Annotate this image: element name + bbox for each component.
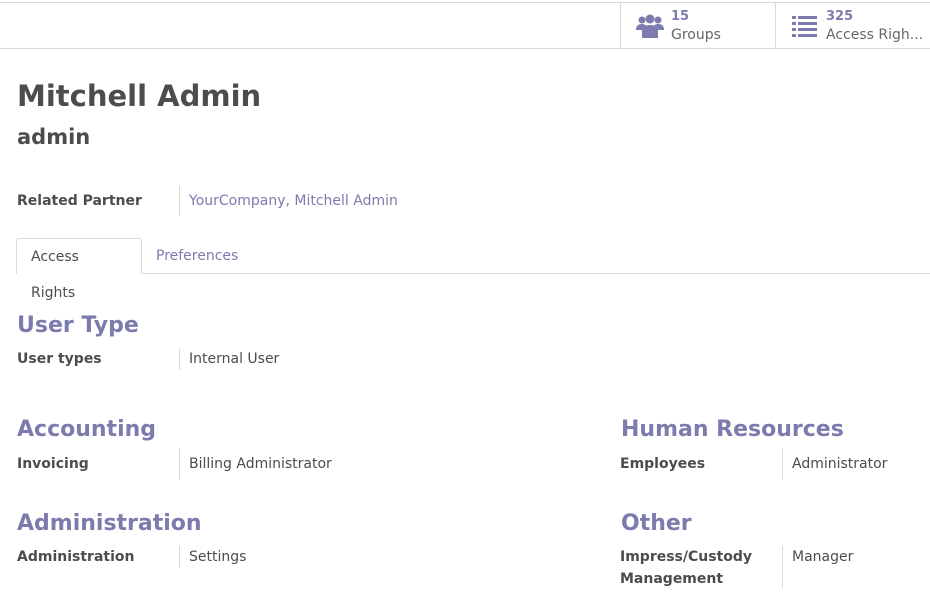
- button-box: 15 Groups 325 Access Righ...: [0, 3, 930, 49]
- impress-custody-label-line2: Management: [620, 571, 724, 587]
- employees-value[interactable]: Administrator: [782, 448, 887, 480]
- tab-access-rights[interactable]: Access Rights: [16, 238, 142, 301]
- access-rights-label: Access Righ...: [826, 27, 924, 43]
- tab-preferences[interactable]: Preferences: [142, 238, 252, 274]
- invoicing-label: Invoicing: [17, 456, 89, 472]
- section-accounting-title: Accounting: [17, 417, 157, 442]
- groups-label: Groups: [671, 27, 721, 43]
- administration-label: Administration: [17, 549, 135, 565]
- employees-label: Employees: [620, 456, 706, 472]
- user-name[interactable]: Mitchell Admin: [17, 79, 261, 113]
- notebook-tabs: Access Rights Preferences: [16, 238, 930, 301]
- section-other-title: Other: [621, 511, 692, 536]
- groups-smart-button[interactable]: 15 Groups: [620, 3, 775, 48]
- administration-value[interactable]: Settings: [179, 546, 246, 568]
- invoicing-value[interactable]: Billing Administrator: [179, 448, 332, 480]
- section-administration-title: Administration: [17, 511, 202, 536]
- groups-count: 15: [671, 9, 690, 24]
- user-types-label: User types: [17, 351, 102, 367]
- related-partner-link[interactable]: YourCompany, Mitchell Admin: [179, 186, 398, 216]
- user-types-value[interactable]: Internal User: [179, 348, 279, 370]
- access-rights-smart-button[interactable]: 325 Access Righ...: [775, 3, 930, 48]
- related-partner-label: Related Partner: [17, 193, 142, 209]
- access-rights-count: 325: [826, 9, 854, 24]
- user-login[interactable]: admin: [17, 125, 90, 149]
- users-icon: [636, 13, 664, 39]
- list-icon: [791, 13, 819, 39]
- impress-custody-label-line1: Impress/Custody: [620, 549, 753, 565]
- impress-custody-value[interactable]: Manager: [782, 546, 853, 588]
- section-user-type-title: User Type: [17, 313, 139, 338]
- section-human-resources-title: Human Resources: [621, 417, 844, 442]
